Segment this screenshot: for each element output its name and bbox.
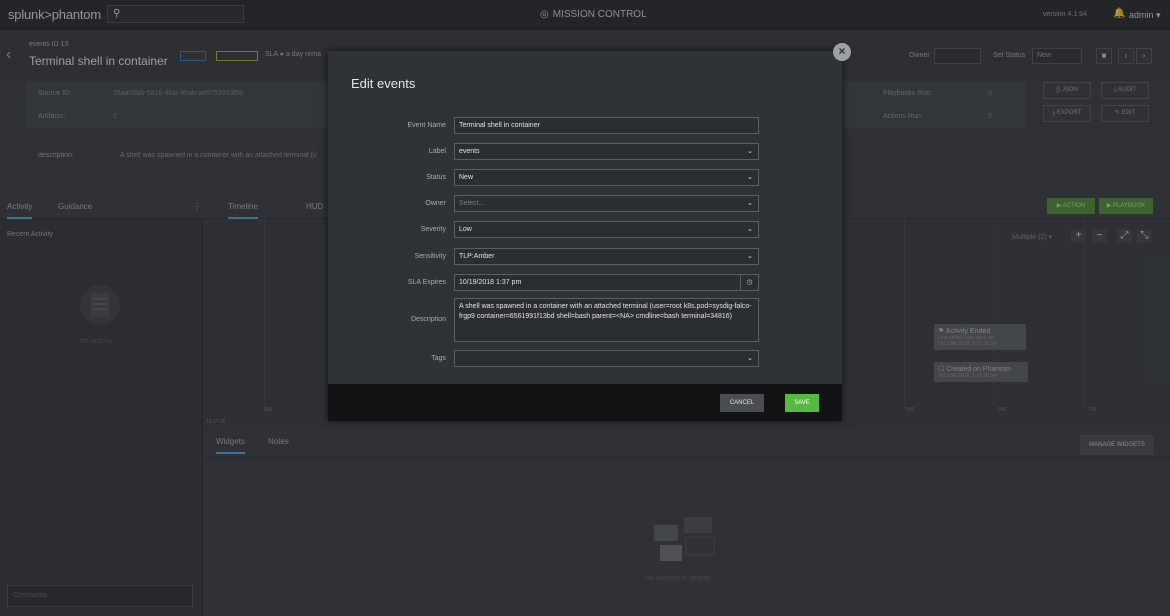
edit-events-modal: Edit events × Event Name Terminal shell …	[328, 43, 851, 421]
description-textarea[interactable]: A shell was spawned in a container with …	[454, 298, 759, 342]
severity-select[interactable]: Low ⌄	[454, 221, 759, 238]
sla-expires-label: SLA Expires	[407, 279, 446, 286]
sla-expires-value: 10/19/2018 1:37 pm	[459, 279, 522, 286]
chevron-down-icon: ⌄	[747, 148, 753, 155]
owner-placeholder: Select...	[459, 200, 485, 207]
sensitivity-select[interactable]: TLP:Amber ⌄	[454, 248, 759, 265]
status-select-value: New	[459, 174, 474, 181]
owner-field-label: Owner	[425, 200, 446, 207]
tags-select[interactable]: ⌄	[454, 350, 759, 367]
status-select[interactable]: New ⌄	[454, 169, 759, 186]
owner-select[interactable]: Select... ⌄	[454, 195, 759, 212]
label-select-value: events	[459, 148, 480, 155]
modal-footer: CANCEL SAVE	[328, 384, 842, 421]
event-name-input[interactable]: Terminal shell in container	[454, 117, 759, 134]
sensitivity-field-label: Sensitivity	[414, 253, 446, 260]
chevron-down-icon: ⌄	[747, 226, 753, 233]
modal-title: Edit events	[351, 76, 416, 91]
clock-icon[interactable]: ◷	[740, 275, 758, 290]
close-icon[interactable]: ×	[833, 43, 851, 61]
save-button[interactable]: SAVE	[785, 394, 819, 412]
chevron-down-icon: ⌄	[747, 253, 753, 260]
severity-select-value: Low	[459, 226, 472, 233]
chevron-down-icon: ⌄	[747, 355, 753, 362]
chevron-down-icon: ⌄	[747, 200, 753, 207]
cancel-button[interactable]: CANCEL	[720, 394, 764, 412]
label-field-label: Label	[428, 148, 446, 155]
sla-expires-input[interactable]: 10/19/2018 1:37 pm ◷	[454, 274, 759, 291]
chevron-down-icon: ⌄	[747, 174, 753, 181]
status-field-label: Status	[426, 174, 446, 181]
severity-field-label: Severity	[420, 226, 446, 233]
label-select[interactable]: events ⌄	[454, 143, 759, 160]
event-name-label: Event Name	[407, 122, 446, 129]
description-field-label: Description	[410, 316, 446, 323]
tags-field-label: Tags	[431, 355, 446, 362]
sensitivity-select-value: TLP:Amber	[459, 253, 495, 260]
